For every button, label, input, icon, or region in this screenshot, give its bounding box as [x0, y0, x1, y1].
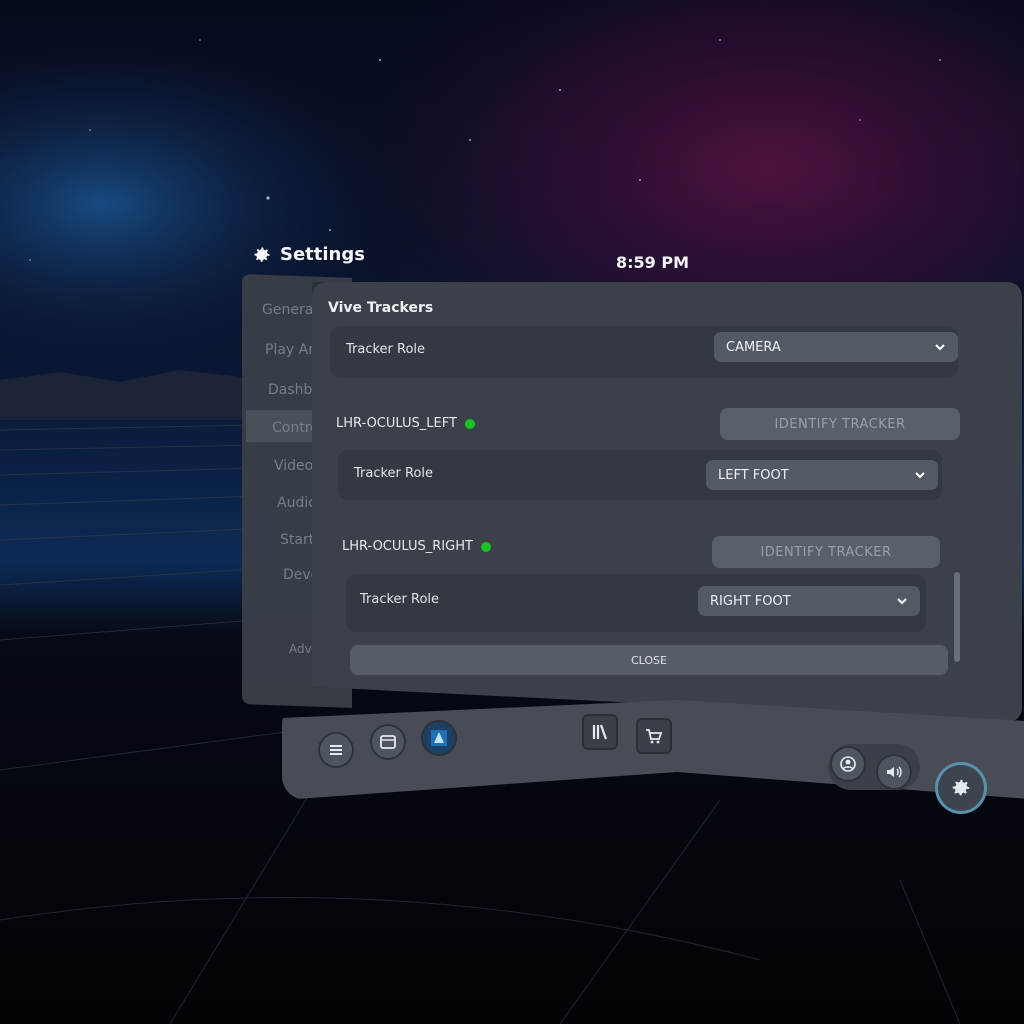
volume-button[interactable] — [876, 754, 912, 790]
page-title: Settings — [280, 244, 365, 265]
tracker-role-row: Tracker Role LEFT FOOT — [338, 450, 942, 500]
status-dot-icon — [464, 418, 475, 429]
tracker-role-dropdown[interactable]: CAMERA — [714, 332, 958, 362]
menu-icon — [330, 745, 342, 755]
scrollbar[interactable] — [954, 572, 960, 662]
settings-icon — [952, 779, 970, 796]
device-name-text: LHR-OCULUS_RIGHT — [342, 539, 473, 554]
window-button[interactable] — [370, 724, 406, 760]
clock: 8:59 PM — [616, 253, 690, 272]
menu-button[interactable] — [318, 732, 354, 768]
sidebar-item-video[interactable]: Video — [274, 458, 313, 474]
library-icon — [592, 724, 608, 740]
gear-icon — [254, 247, 270, 262]
status-dot-icon — [480, 541, 491, 552]
tracker-role-row: Tracker Role CAMERA — [330, 326, 958, 378]
device-name-text: LHR-OCULUS_LEFT — [336, 416, 457, 431]
sidebar-item-controllers[interactable]: Controllers — [246, 410, 348, 442]
identify-tracker-button[interactable]: IDENTIFY TRACKER — [720, 408, 960, 440]
vive-trackers-dialog: Vive Trackers Tracker Role CAMERA LHR-OC… — [312, 282, 1022, 722]
library-button[interactable] — [582, 714, 618, 750]
window-icon — [380, 735, 396, 749]
store-button[interactable] — [636, 718, 672, 754]
chevron-down-icon — [935, 344, 945, 351]
dropdown-value: RIGHT FOOT — [710, 593, 791, 609]
tracker-role-row: Tracker Role RIGHT FOOT — [346, 574, 926, 632]
tracker-role-label: Tracker Role — [354, 466, 434, 481]
volume-icon — [887, 766, 902, 778]
dropdown-value: CAMERA — [726, 339, 781, 355]
chevron-down-icon — [915, 472, 925, 479]
app-button[interactable] — [421, 720, 457, 756]
store-icon — [646, 729, 663, 744]
settings-header: Settings — [252, 244, 365, 265]
dialog-title: Vive Trackers — [328, 300, 434, 316]
user-icon — [840, 756, 856, 772]
tracker-role-label: Tracker Role — [360, 592, 440, 607]
app-icon — [431, 730, 447, 746]
chevron-down-icon — [897, 598, 907, 605]
dropdown-value: LEFT FOOT — [718, 467, 789, 483]
identify-tracker-button[interactable]: IDENTIFY TRACKER — [712, 536, 940, 568]
sidebar-item-general[interactable]: General — [262, 302, 317, 318]
tracker-device-name: LHR-OCULUS_LEFT — [336, 416, 475, 431]
sidebar-item-audio[interactable]: Audio — [277, 495, 317, 511]
tracker-role-dropdown[interactable]: RIGHT FOOT — [698, 586, 920, 616]
tracker-role-label: Tracker Role — [346, 342, 426, 357]
tracker-role-dropdown[interactable]: LEFT FOOT — [706, 460, 938, 490]
user-button[interactable] — [830, 746, 866, 782]
close-button[interactable]: CLOSE — [350, 645, 948, 675]
settings-button[interactable] — [938, 765, 984, 811]
tracker-device-name: LHR-OCULUS_RIGHT — [342, 539, 491, 554]
